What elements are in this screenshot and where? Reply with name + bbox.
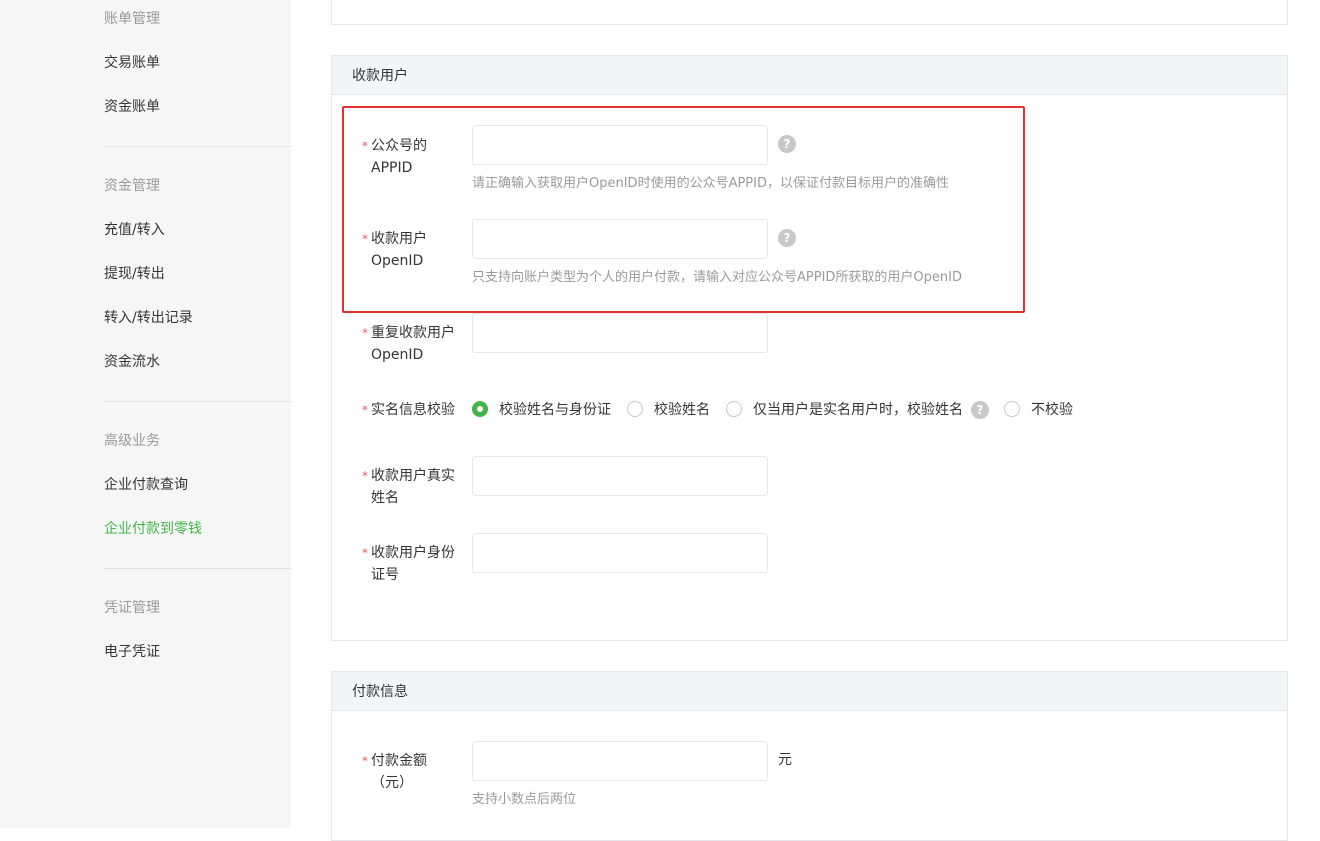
required-mark: *: [362, 546, 368, 560]
amount-input[interactable]: [472, 741, 768, 781]
radio-label-no-check[interactable]: 不校验: [1031, 400, 1073, 420]
repeat-openid-input[interactable]: [472, 313, 768, 353]
help-icon[interactable]: ?: [971, 401, 989, 419]
radio-no-check[interactable]: [1004, 401, 1020, 417]
amount-label: 付款金额（元）: [371, 753, 427, 791]
required-mark: *: [362, 403, 368, 417]
radio-label-check-name[interactable]: 校验姓名: [654, 400, 710, 420]
id-number-label: 收款用户身份证号: [371, 545, 455, 583]
payment-panel-header: 付款信息: [332, 672, 1287, 711]
id-number-input[interactable]: [472, 533, 768, 573]
amount-unit: 元: [778, 752, 792, 768]
required-mark: *: [362, 469, 368, 483]
previous-panel: [331, 0, 1288, 25]
sidebar-item-recharge[interactable]: 充值/转入: [104, 220, 165, 240]
sidebar-item-transaction-bill[interactable]: 交易账单: [104, 53, 160, 73]
sidebar-divider: [104, 568, 291, 569]
sidebar-item-transfer-records[interactable]: 转入/转出记录: [104, 308, 193, 328]
help-icon[interactable]: ?: [778, 229, 796, 247]
appid-tip: 请正确输入获取用户OpenID时使用的公众号APPID，以保证付款目标用户的准确…: [472, 176, 949, 191]
sidebar-item-payment-to-balance[interactable]: 企业付款到零钱: [104, 519, 202, 539]
help-icon[interactable]: ?: [778, 135, 796, 153]
openid-input[interactable]: [472, 219, 768, 259]
real-name-input[interactable]: [472, 456, 768, 496]
openid-label: 收款用户OpenID: [371, 231, 427, 269]
required-mark: *: [362, 232, 368, 246]
sidebar-group-title-funds: 资金管理: [104, 178, 160, 194]
repeat-openid-label: 重复收款用户OpenID: [371, 325, 455, 363]
sidebar-item-fund-bill[interactable]: 资金账单: [104, 97, 160, 117]
sidebar-group-title-billing: 账单管理: [104, 11, 160, 27]
sidebar-divider: [104, 401, 291, 402]
receiver-panel-header: 收款用户: [332, 56, 1287, 95]
radio-label-check-name-and-id[interactable]: 校验姓名与身份证: [499, 400, 611, 420]
appid-label: 公众号的APPID: [371, 138, 427, 176]
radio-check-name[interactable]: [627, 401, 643, 417]
required-mark: *: [362, 326, 368, 340]
receiver-panel-title: 收款用户: [352, 68, 408, 84]
sidebar-group-title-vouchers: 凭证管理: [104, 600, 160, 616]
radio-check-name-and-id[interactable]: [472, 401, 488, 417]
appid-input[interactable]: [472, 125, 768, 165]
sidebar-item-withdraw[interactable]: 提现/转出: [104, 264, 165, 284]
payment-panel-title: 付款信息: [352, 684, 408, 700]
sidebar-group-title-advanced: 高级业务: [104, 433, 160, 449]
sidebar-item-payment-query[interactable]: 企业付款查询: [104, 475, 188, 495]
radio-check-name-if-verified[interactable]: [726, 401, 742, 417]
sidebar-nav: 账单管理 交易账单 资金账单 资金管理 充值/转入 提现/转出 转入/转出记录 …: [0, 0, 291, 828]
openid-tip: 只支持向账户类型为个人的用户付款，请输入对应公众号APPID所获取的用户Open…: [472, 270, 962, 285]
real-name-label: 收款用户真实姓名: [371, 468, 455, 506]
sidebar-divider: [104, 146, 291, 147]
required-mark: *: [362, 754, 368, 768]
sidebar-item-fund-flow[interactable]: 资金流水: [104, 352, 160, 372]
sidebar-item-e-voucher[interactable]: 电子凭证: [104, 642, 160, 662]
radio-label-check-name-if-verified[interactable]: 仅当用户是实名用户时，校验姓名: [753, 400, 963, 420]
amount-tip: 支持小数点后两位: [472, 792, 577, 807]
required-mark: *: [362, 139, 368, 153]
realname-check-label: 实名信息校验: [371, 402, 455, 418]
